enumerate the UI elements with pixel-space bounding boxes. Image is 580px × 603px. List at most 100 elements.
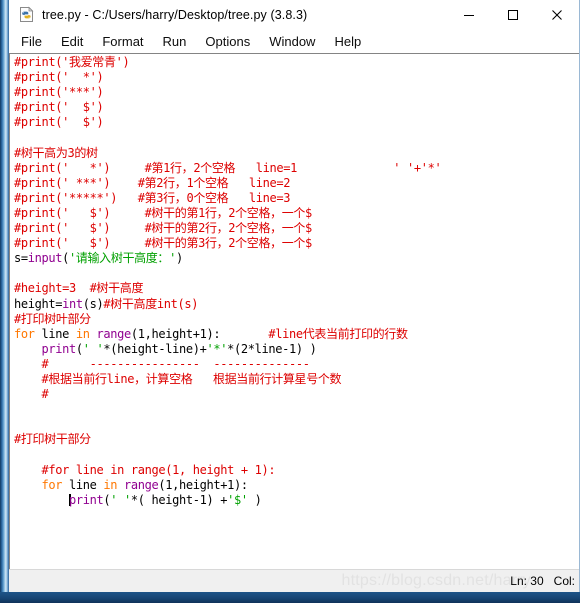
code-line: #根据当前行line，计算空格 根据当前行计算星号个数 <box>14 372 441 387</box>
code-token: ( <box>62 251 69 266</box>
idle-editor-window: tree.py - C:/Users/harry/Desktop/tree.py… <box>0 0 580 592</box>
minimize-icon <box>464 14 474 16</box>
code-token: line <box>62 477 104 492</box>
code-token: #print('*****') #第3行，0个空格 line=3 <box>14 190 291 205</box>
code-token: s= <box>14 251 28 266</box>
code-token: #height=3 #树干高度 <box>14 281 144 296</box>
maximize-button[interactable] <box>491 0 535 29</box>
code-line: #打印树干部分 <box>14 432 441 447</box>
minimize-button[interactable] <box>447 0 491 29</box>
window-title: tree.py - C:/Users/harry/Desktop/tree.py… <box>42 7 308 22</box>
code-token: print <box>69 492 104 507</box>
code-line: for line in range(1,height+1): <box>14 478 441 493</box>
code-token: #print('***') <box>14 85 104 100</box>
code-token: range <box>96 326 132 341</box>
code-token: print <box>41 341 77 356</box>
status-line-number: Ln: 30 <box>510 574 544 588</box>
code-token: height= <box>14 296 63 311</box>
code-token: (1,height+1): <box>158 477 248 492</box>
code-line: #print('我爱常青') <box>14 55 441 70</box>
code-token: #print(' $') <box>14 115 104 130</box>
code-token: int <box>62 296 83 311</box>
code-token: #print(' *') <box>14 70 104 85</box>
code-token: ( <box>75 341 83 356</box>
code-token: #打印树干部分 <box>14 432 91 447</box>
desktop-bottom-strip <box>0 592 580 603</box>
desktop-background: tree.py - C:/Users/harry/Desktop/tree.py… <box>0 0 580 603</box>
status-col-number: Col: <box>553 574 575 588</box>
code-token: '请输入树干高度：' <box>69 251 176 266</box>
code-line: #print(' $') #树干的第3行，2个空格，一个$ <box>14 236 441 251</box>
code-token: '$' <box>227 492 248 507</box>
code-token: ' ' <box>110 492 131 507</box>
code-token: ' ' <box>82 341 104 356</box>
code-line: print(' '*( height-1) +'$' ) <box>14 493 441 508</box>
code-token: line <box>34 326 76 341</box>
code-line: #print(' *') #第1行，2个空格 line=1 ' '+'*' <box>14 160 442 176</box>
code-token: '*' <box>206 341 228 356</box>
code-token: in <box>103 477 118 492</box>
code-token: #print(' *') #第1行，2个空格 line=1 ' '+'*' <box>14 160 442 175</box>
menu-item-file[interactable]: File <box>21 34 42 49</box>
code-token: range <box>124 477 159 492</box>
python-file-icon <box>18 6 35 23</box>
window-left-border <box>0 0 9 592</box>
code-line: #打印树叶部分 <box>14 312 441 327</box>
code-line: #print(' *') <box>14 70 441 85</box>
code-text[interactable]: #print('我爱常青') #print(' *') #print('***') #… <box>14 55 442 508</box>
code-token: #树干高为3的树 <box>14 145 98 160</box>
code-line: #树干高为3的树 <box>14 146 441 161</box>
code-line: s=input('请输入树干高度：') <box>14 251 441 266</box>
code-line: #height=3 #树干高度 <box>14 281 441 296</box>
code-line: #for line in range(1, height + 1): <box>14 463 441 478</box>
menu-bar: File Edit Format Run Options Window Help <box>9 29 579 53</box>
code-line: print(' '*(height-line)+'*'*(2*line-1) ) <box>14 342 441 357</box>
code-line: #print(' $') <box>14 115 441 130</box>
status-bar: https://blog.csdn.net/harry Ln: 30 Col: <box>9 569 579 592</box>
close-icon <box>552 9 562 20</box>
menu-item-help[interactable]: Help <box>334 34 361 49</box>
code-token: #树干高度int(s) <box>103 296 199 311</box>
code-line: # <box>14 387 441 402</box>
code-token: #print('我爱常青') <box>14 55 130 69</box>
close-button[interactable] <box>535 0 579 29</box>
maximize-icon <box>508 9 518 20</box>
code-token: *(height-line)+ <box>103 341 207 356</box>
menu-item-format[interactable]: Format <box>102 34 143 49</box>
code-line: #print('***') <box>14 85 441 100</box>
menu-item-window[interactable]: Window <box>269 34 315 49</box>
window-controls <box>447 0 579 29</box>
code-line: #print('*****') #第3行，0个空格 line=3 <box>14 191 441 206</box>
code-line: for line in range(1,height+1): #line代表当前… <box>14 327 441 342</box>
menu-item-options[interactable]: Options <box>205 34 250 49</box>
code-line: height=int(s)#树干高度int(s) <box>14 297 441 312</box>
watermark-text: https://blog.csdn.net/harry <box>341 572 531 589</box>
code-token: in <box>75 326 90 341</box>
code-token: input <box>27 251 63 266</box>
code-line: # ---------------- -------------- <box>14 357 441 372</box>
code-token: *( height-1) + <box>130 492 228 507</box>
code-token: #print(' $') #树干的第3行，2个空格，一个$ <box>14 236 312 251</box>
code-token: ) <box>175 251 183 266</box>
code-token: for <box>41 477 63 492</box>
code-token: #print(' $') #树干的第1行，2个空格，一个$ <box>14 205 312 220</box>
code-token: # ---------------- -------------- <box>14 356 310 371</box>
code-editor-area[interactable]: #print('我爱常青') #print(' *') #print('***') #… <box>9 53 579 569</box>
code-line: #print(' ***') #第2行，1个空格 line=2 <box>14 176 441 191</box>
code-token: (s) <box>82 296 104 311</box>
code-token: #根据当前行line，计算空格 根据当前行计算星号个数 <box>14 371 342 386</box>
menu-item-edit[interactable]: Edit <box>61 34 83 49</box>
code-line: #print(' $') #树干的第1行，2个空格，一个$ <box>14 206 441 221</box>
title-bar[interactable]: tree.py - C:/Users/harry/Desktop/tree.py… <box>9 0 579 29</box>
cursor-position-indicator: Ln: 30 Col: <box>510 574 575 588</box>
menu-item-run[interactable]: Run <box>163 34 187 49</box>
